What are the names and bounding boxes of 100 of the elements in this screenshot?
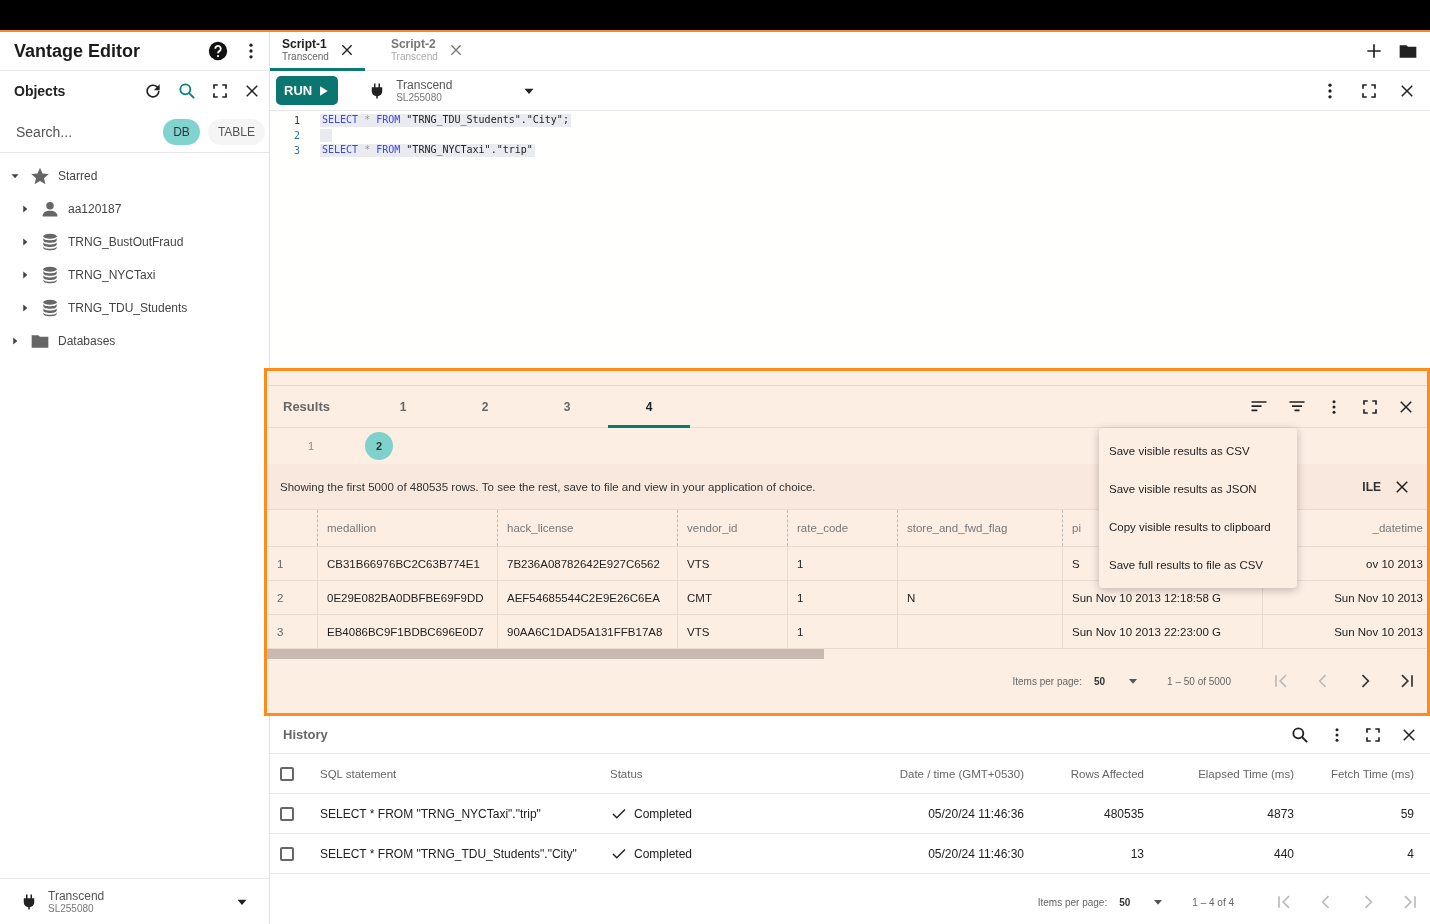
column-header[interactable]: rate_code <box>797 522 849 534</box>
connection-name: Transcend <box>396 78 454 92</box>
tab-subtitle: Transcend <box>282 51 329 62</box>
table-cell: Sun Nov 10 2013 <box>1334 591 1423 604</box>
line-number: 2 <box>292 130 300 141</box>
connection-id: SL255080 <box>396 92 443 103</box>
table-cell: S <box>1072 557 1080 570</box>
tab-title: Script-2 <box>390 37 437 51</box>
scrollbar-thumb[interactable] <box>267 649 824 659</box>
column-header[interactable]: store_and_fwd_flag <box>907 522 1008 534</box>
table-cell: CB31B66976BC2C63B774E1 <box>327 557 480 570</box>
table-cell: AEF54685544C2E9E26C6EA <box>507 591 660 604</box>
table-cell: CMT <box>687 591 712 604</box>
checkbox[interactable] <box>280 766 294 781</box>
filter-chip[interactable]: DB <box>163 118 200 145</box>
panel-title: Results <box>283 399 331 414</box>
table-cell: N <box>907 591 916 604</box>
page-size-value[interactable]: 50 <box>1119 896 1131 908</box>
column-header[interactable]: Status <box>610 767 643 780</box>
table-cell: 90AA6C1DAD5A131FFB17A8 <box>507 625 663 638</box>
table-cell: 59 <box>1400 806 1414 821</box>
result-subtab[interactable]: 2 <box>365 432 393 460</box>
database-icon <box>40 297 60 318</box>
table-cell: SELECT * FROM "TRNG_TDU_Students"."City" <box>320 846 577 861</box>
column-header[interactable]: Elapsed Time (ms) <box>1198 767 1294 780</box>
fullscreen-icon[interactable] <box>1364 725 1382 744</box>
tab-subtitle: Transcend <box>390 51 438 62</box>
tree-item[interactable]: Starred <box>58 168 98 183</box>
items-per-page-label: Items per page: <box>1037 896 1108 908</box>
column-header[interactable]: vendor_id <box>687 522 738 534</box>
connection-name: Transcend <box>48 889 106 903</box>
connection-id: SL255080 <box>48 903 95 914</box>
row-number: 2 <box>277 591 284 604</box>
refresh-icon[interactable] <box>143 81 163 101</box>
table-cell: 480535 <box>1103 806 1144 821</box>
table-cell: 4 <box>1407 846 1414 861</box>
table-cell: SELECT * FROM "TRNG_NYCTaxi"."trip" <box>320 806 541 821</box>
column-header[interactable]: hack_license <box>507 522 574 534</box>
menu-item[interactable]: Save full results to file as CSV <box>1099 546 1297 584</box>
line-number: 3 <box>292 145 300 156</box>
tree-item[interactable]: TRNG_NYCTaxi <box>68 267 156 282</box>
result-tab[interactable]: 1 <box>362 385 444 428</box>
column-header[interactable]: Date / time (GMT+0530) <box>899 767 1024 780</box>
table-cell: 0E29E082BA0DBFBE69F9DD <box>327 591 484 604</box>
table-cell: Sun Nov 10 2013 <box>1334 625 1423 638</box>
result-tab[interactable]: 4 <box>608 385 690 428</box>
app-title: Vantage Editor <box>14 40 142 62</box>
table-cell: 1 <box>797 591 804 604</box>
column-header[interactable]: Fetch Time (ms) <box>1330 767 1414 780</box>
table-cell: 13 <box>1130 846 1144 861</box>
fullscreen-icon[interactable] <box>1360 81 1378 100</box>
menu-item[interactable]: Save visible results as CSV <box>1099 432 1297 470</box>
table-cell: 1 <box>797 625 804 638</box>
table-cell: 1 <box>797 557 804 570</box>
table-cell: Sun Nov 10 2013 22:23:00 G <box>1072 625 1221 638</box>
tree-item[interactable]: Databases <box>58 333 116 348</box>
search-icon[interactable] <box>1290 724 1310 745</box>
close-icon[interactable] <box>243 82 261 100</box>
page-range: 1 – 50 of 5000 <box>1167 675 1231 687</box>
table-cell: ov 10 2013 <box>1366 557 1423 570</box>
menu-item[interactable]: Copy visible results to clipboard <box>1099 508 1297 546</box>
menu-item[interactable]: Save visible results as JSON <box>1099 470 1297 508</box>
table-cell: VTS <box>687 625 710 638</box>
script-tab[interactable]: Script-1 Transcend <box>270 31 365 71</box>
table-cell: 05/20/24 11:46:36 <box>928 806 1024 821</box>
table-cell: 440 <box>1273 846 1294 861</box>
column-header[interactable]: medallion <box>327 522 377 534</box>
fullscreen-icon[interactable] <box>211 82 229 100</box>
database-icon <box>40 264 60 285</box>
search-field[interactable]: Search... <box>14 122 156 141</box>
result-tab[interactable]: 2 <box>444 385 526 428</box>
save-to-file-button[interactable]: ILE <box>1362 479 1381 494</box>
table-cell: 4873 <box>1267 806 1294 821</box>
items-per-page-label: Items per page: <box>1012 675 1082 687</box>
column-header[interactable]: SQL statement <box>320 767 397 780</box>
fullscreen-icon[interactable] <box>1361 397 1379 416</box>
add-icon[interactable] <box>1364 41 1384 61</box>
page-range: 1 – 4 of 4 <box>1192 896 1234 908</box>
run-button[interactable]: RUN <box>276 76 339 105</box>
tree-item[interactable]: aa120187 <box>68 201 122 216</box>
tab-title: Script-1 <box>282 37 328 51</box>
tree-item[interactable]: TRNG_TDU_Students <box>68 300 188 315</box>
result-tab[interactable]: 3 <box>526 385 608 428</box>
column-header[interactable]: _datetime <box>1372 522 1423 534</box>
table-cell: 7B236A08782642E927C6562 <box>507 557 660 570</box>
table-cell: EB4086BC9F1BDBC696E0D7 <box>327 625 484 638</box>
help-icon[interactable] <box>207 40 229 62</box>
column-header[interactable]: pi <box>1072 522 1081 534</box>
table-cell: 05/20/24 11:46:30 <box>928 846 1024 861</box>
checkbox[interactable] <box>280 806 294 821</box>
page-size-value[interactable]: 50 <box>1093 675 1106 687</box>
notice-text: Showing the first 5000 of 480535 rows. To see the rest, save to file and view in your application of choice. <box>280 480 816 493</box>
table-cell: VTS <box>687 557 710 570</box>
filter-chip[interactable]: TABLE <box>207 118 265 145</box>
checkbox[interactable] <box>280 846 294 861</box>
tree-item[interactable]: TRNG_BustOutFraud <box>68 234 184 249</box>
column-header[interactable]: Rows Affected <box>1070 767 1144 780</box>
panel-title: History <box>283 727 329 742</box>
script-tab[interactable]: Script-2 Transcend <box>378 31 474 71</box>
result-subtab[interactable]: 1 <box>297 432 325 460</box>
